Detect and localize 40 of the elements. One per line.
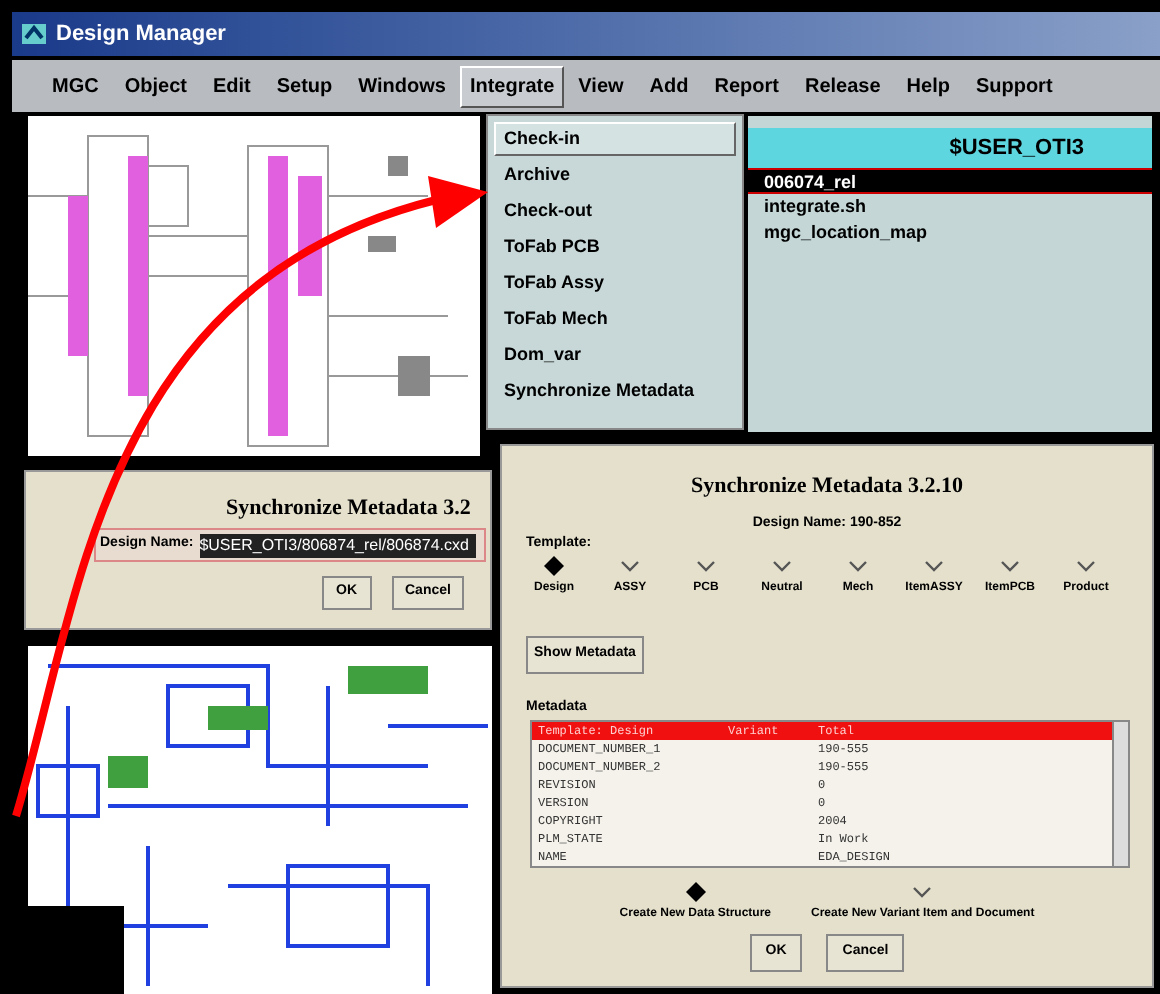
- menu-item[interactable]: Windows: [346, 65, 458, 107]
- app-icon: [20, 20, 48, 48]
- menu-item[interactable]: Check-out: [494, 194, 736, 228]
- menu-item[interactable]: View: [566, 65, 636, 107]
- radio-button[interactable]: [1076, 556, 1096, 576]
- list-header: $USER_OTI3: [748, 128, 1152, 168]
- radio-button[interactable]: [1000, 556, 1020, 576]
- dialog-title: Synchronize Metadata 3.2: [226, 494, 471, 524]
- menu-item[interactable]: Add: [637, 65, 701, 107]
- radio-button[interactable]: [912, 882, 933, 902]
- menu-item[interactable]: Object: [112, 65, 199, 107]
- radio-button[interactable]: [696, 556, 716, 576]
- file-item[interactable]: integrate.sh: [748, 194, 1152, 220]
- radio-button[interactable]: [685, 882, 706, 902]
- scrollbar[interactable]: [1112, 722, 1128, 866]
- radio-button[interactable]: [848, 556, 868, 576]
- menu-item[interactable]: Support: [963, 65, 1065, 107]
- menu-item[interactable]: MGC: [40, 65, 111, 107]
- menu-item[interactable]: Report: [702, 65, 791, 107]
- file-item[interactable]: mgc_location_map: [748, 220, 1152, 246]
- menu-item[interactable]: Archive: [494, 158, 736, 192]
- radio-button[interactable]: [544, 556, 564, 576]
- radio-button[interactable]: [924, 556, 944, 576]
- dialog-title: Synchronize Metadata 3.2.10: [688, 472, 966, 502]
- menu-item[interactable]: ToFab Mech: [494, 302, 736, 336]
- menu-item[interactable]: Edit: [200, 65, 263, 107]
- menu-item[interactable]: Help: [894, 65, 962, 107]
- menu-item[interactable]: ToFab PCB: [494, 230, 736, 264]
- menu-item[interactable]: Integrate: [459, 65, 565, 107]
- menu-item[interactable]: Setup: [264, 65, 345, 107]
- field-value: $USER_OTI3/806874_rel/806874.cxd: [199, 533, 477, 557]
- window-title: Design Manager: [56, 19, 226, 50]
- radio-button[interactable]: [620, 556, 640, 576]
- radio-button[interactable]: [772, 556, 792, 576]
- file-item[interactable]: 006074_rel: [748, 168, 1152, 194]
- menu-item[interactable]: ToFab Assy: [494, 266, 736, 300]
- menu-item[interactable]: Release: [792, 65, 893, 107]
- menu-item[interactable]: Check-in: [494, 122, 736, 156]
- menu-item[interactable]: Dom_var: [494, 338, 736, 372]
- menu-item[interactable]: Synchronize Metadata: [494, 374, 736, 408]
